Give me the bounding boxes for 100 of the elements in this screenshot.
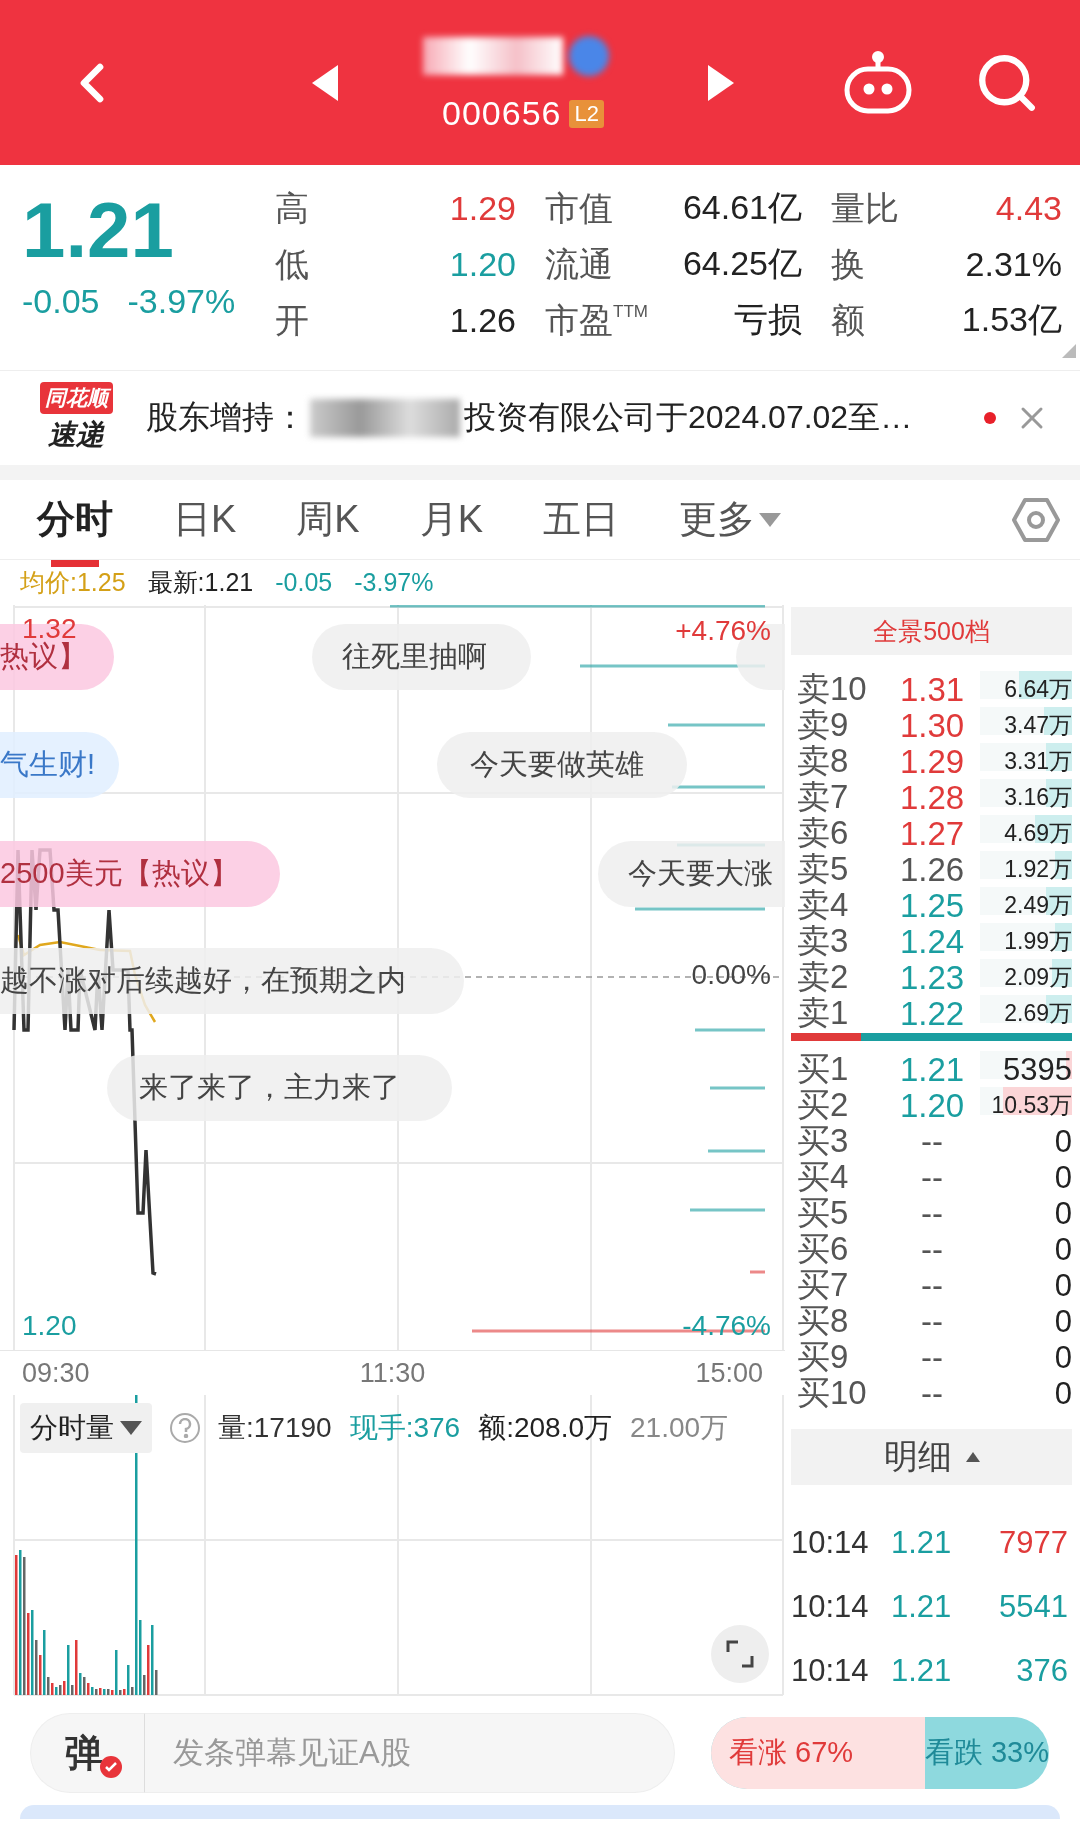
trade-volume: 5541 [998,1589,1069,1625]
order-price: 1.27 [898,814,966,853]
amount-value: 额:208.0万 [478,1411,612,1445]
depth-line [695,1028,765,1032]
order-price: -- [920,1374,944,1413]
order-volume: 0 [1053,1123,1072,1160]
stat-label: 额 [831,299,865,341]
percent-change: -3.97% [354,568,434,597]
percent-axis-label: +4.76% [675,615,771,647]
stat-value: 64.25亿 [682,243,802,284]
order-price: -- [920,1338,944,1377]
chart-tab[interactable]: 五日 [543,486,620,567]
order-volume: 5395 [1002,1051,1072,1088]
danmaku-button[interactable]: 弹 [30,1713,145,1793]
percent-axis-label: -4.76% [682,1310,771,1342]
volume-axis-max: 21.00万 [630,1411,729,1445]
trade-time: 10:14 [791,1653,870,1689]
chart-tab[interactable]: 周K [296,486,360,567]
stat-value: 1.20 [449,244,516,284]
comment-bubble: 越不涨对后续越好，在预期之内 [0,948,464,1014]
stat-label: 低 [275,243,309,285]
order-volume: 0 [1053,1267,1072,1304]
order-price: 1.24 [898,922,966,961]
robot-icon [842,50,914,115]
assistant-button[interactable] [842,50,914,115]
stat-label: 开 [275,299,309,341]
depth-title[interactable]: 全景500档 [791,607,1072,655]
order-price: 1.20 [898,1086,966,1125]
settings-button[interactable] [1012,496,1060,543]
logo-badge: 同花顺 [39,382,113,414]
comment-input[interactable]: 发条弹幕见证A股 [145,1713,675,1793]
volume-selector[interactable]: 分时量 [20,1403,152,1453]
order-volume: 3.16万 [1003,783,1072,812]
latest-price: 最新:1.21 [147,567,254,598]
stat-label: 市值 [545,187,613,229]
order-price: -- [920,1266,944,1305]
stat-value: 1.26 [449,300,516,340]
caret-icon [120,1421,142,1435]
comment-bubble: 今天要做英雄 [437,732,687,798]
order-price: -- [920,1194,944,1233]
news-headline[interactable]: 投资有限公司于2024.07.02至… [464,396,913,440]
order-price: 1.30 [898,706,966,745]
level-badge: L2 [569,99,604,128]
comment-bubble: 来了来了，主力来了 [107,1055,452,1121]
hexagon-settings-icon [1012,496,1060,543]
stat-value: 1.53亿 [961,299,1062,340]
depth-line [750,1270,765,1274]
stat-value: 1.29 [449,188,516,228]
checkmark-icon [105,1762,117,1772]
caret-icon [965,1452,980,1462]
order-price: 1.25 [898,886,966,925]
order-price: 1.23 [898,958,966,997]
stat-label: 量比 [831,187,899,229]
order-volume: 4.69万 [1003,819,1072,848]
order-price: 1.26 [898,850,966,889]
order-volume: 0 [1053,1159,1072,1196]
order-volume: 0 [1053,1303,1072,1340]
trade-time: 10:14 [791,1525,870,1561]
chart-tab[interactable]: 日K [173,486,237,567]
order-price: 1.28 [898,778,966,817]
order-price: 1.21 [898,1050,966,1089]
order-price: 1.22 [898,994,966,1033]
time-axis-label: 11:30 [359,1357,426,1389]
comment-bubble: 气生财! [0,732,119,798]
order-price: -- [920,1122,944,1161]
order-volume: 2.49万 [1003,891,1072,920]
detail-button[interactable]: 明细 [791,1429,1072,1485]
stock-code: 000656 [442,94,562,133]
chart-tab[interactable]: 更多 [679,486,782,567]
expand-icon [726,1640,754,1668]
order-price: -- [920,1302,944,1341]
help-button[interactable] [170,1413,200,1443]
order-price: 1.29 [898,742,966,781]
comment-bubble: 往死里抽啊 [312,624,531,690]
price-axis-label: 1.20 [22,1310,77,1342]
order-volume: 0 [1053,1195,1072,1232]
price-change: -0.05 [275,568,333,597]
news-headline[interactable]: 股东增持： [146,396,306,440]
current-hand: 现手:376 [349,1411,461,1445]
order-volume: 3.47万 [1003,711,1072,740]
order-price: 1.31 [898,670,966,709]
previous-stock-button[interactable] [312,64,338,101]
order-price: -- [920,1158,944,1197]
stat-value: 4.43 [995,188,1062,228]
order-volume: 1.99万 [1003,927,1072,956]
triangle-left-icon [312,64,338,101]
order-volume: 0 [1053,1375,1072,1412]
triangle-right-icon [708,64,734,101]
next-stock-button[interactable] [708,64,734,101]
bullish-vote[interactable]: 看涨 67% [711,1717,925,1789]
logo-text: 速递 [48,418,104,452]
stat-value: 2.31% [965,244,1062,284]
depth-line [708,1149,765,1153]
stat-label: 流通 [545,243,613,285]
chart-tab[interactable]: 月K [419,486,484,567]
order-volume: 6.64万 [1003,675,1072,704]
order-volume: 10.53万 [990,1091,1072,1120]
order-volume: 2.09万 [1003,963,1072,992]
stat-label: 市盈$^{TTM}$ [545,299,648,341]
trade-price: 1.21 [891,1653,953,1689]
